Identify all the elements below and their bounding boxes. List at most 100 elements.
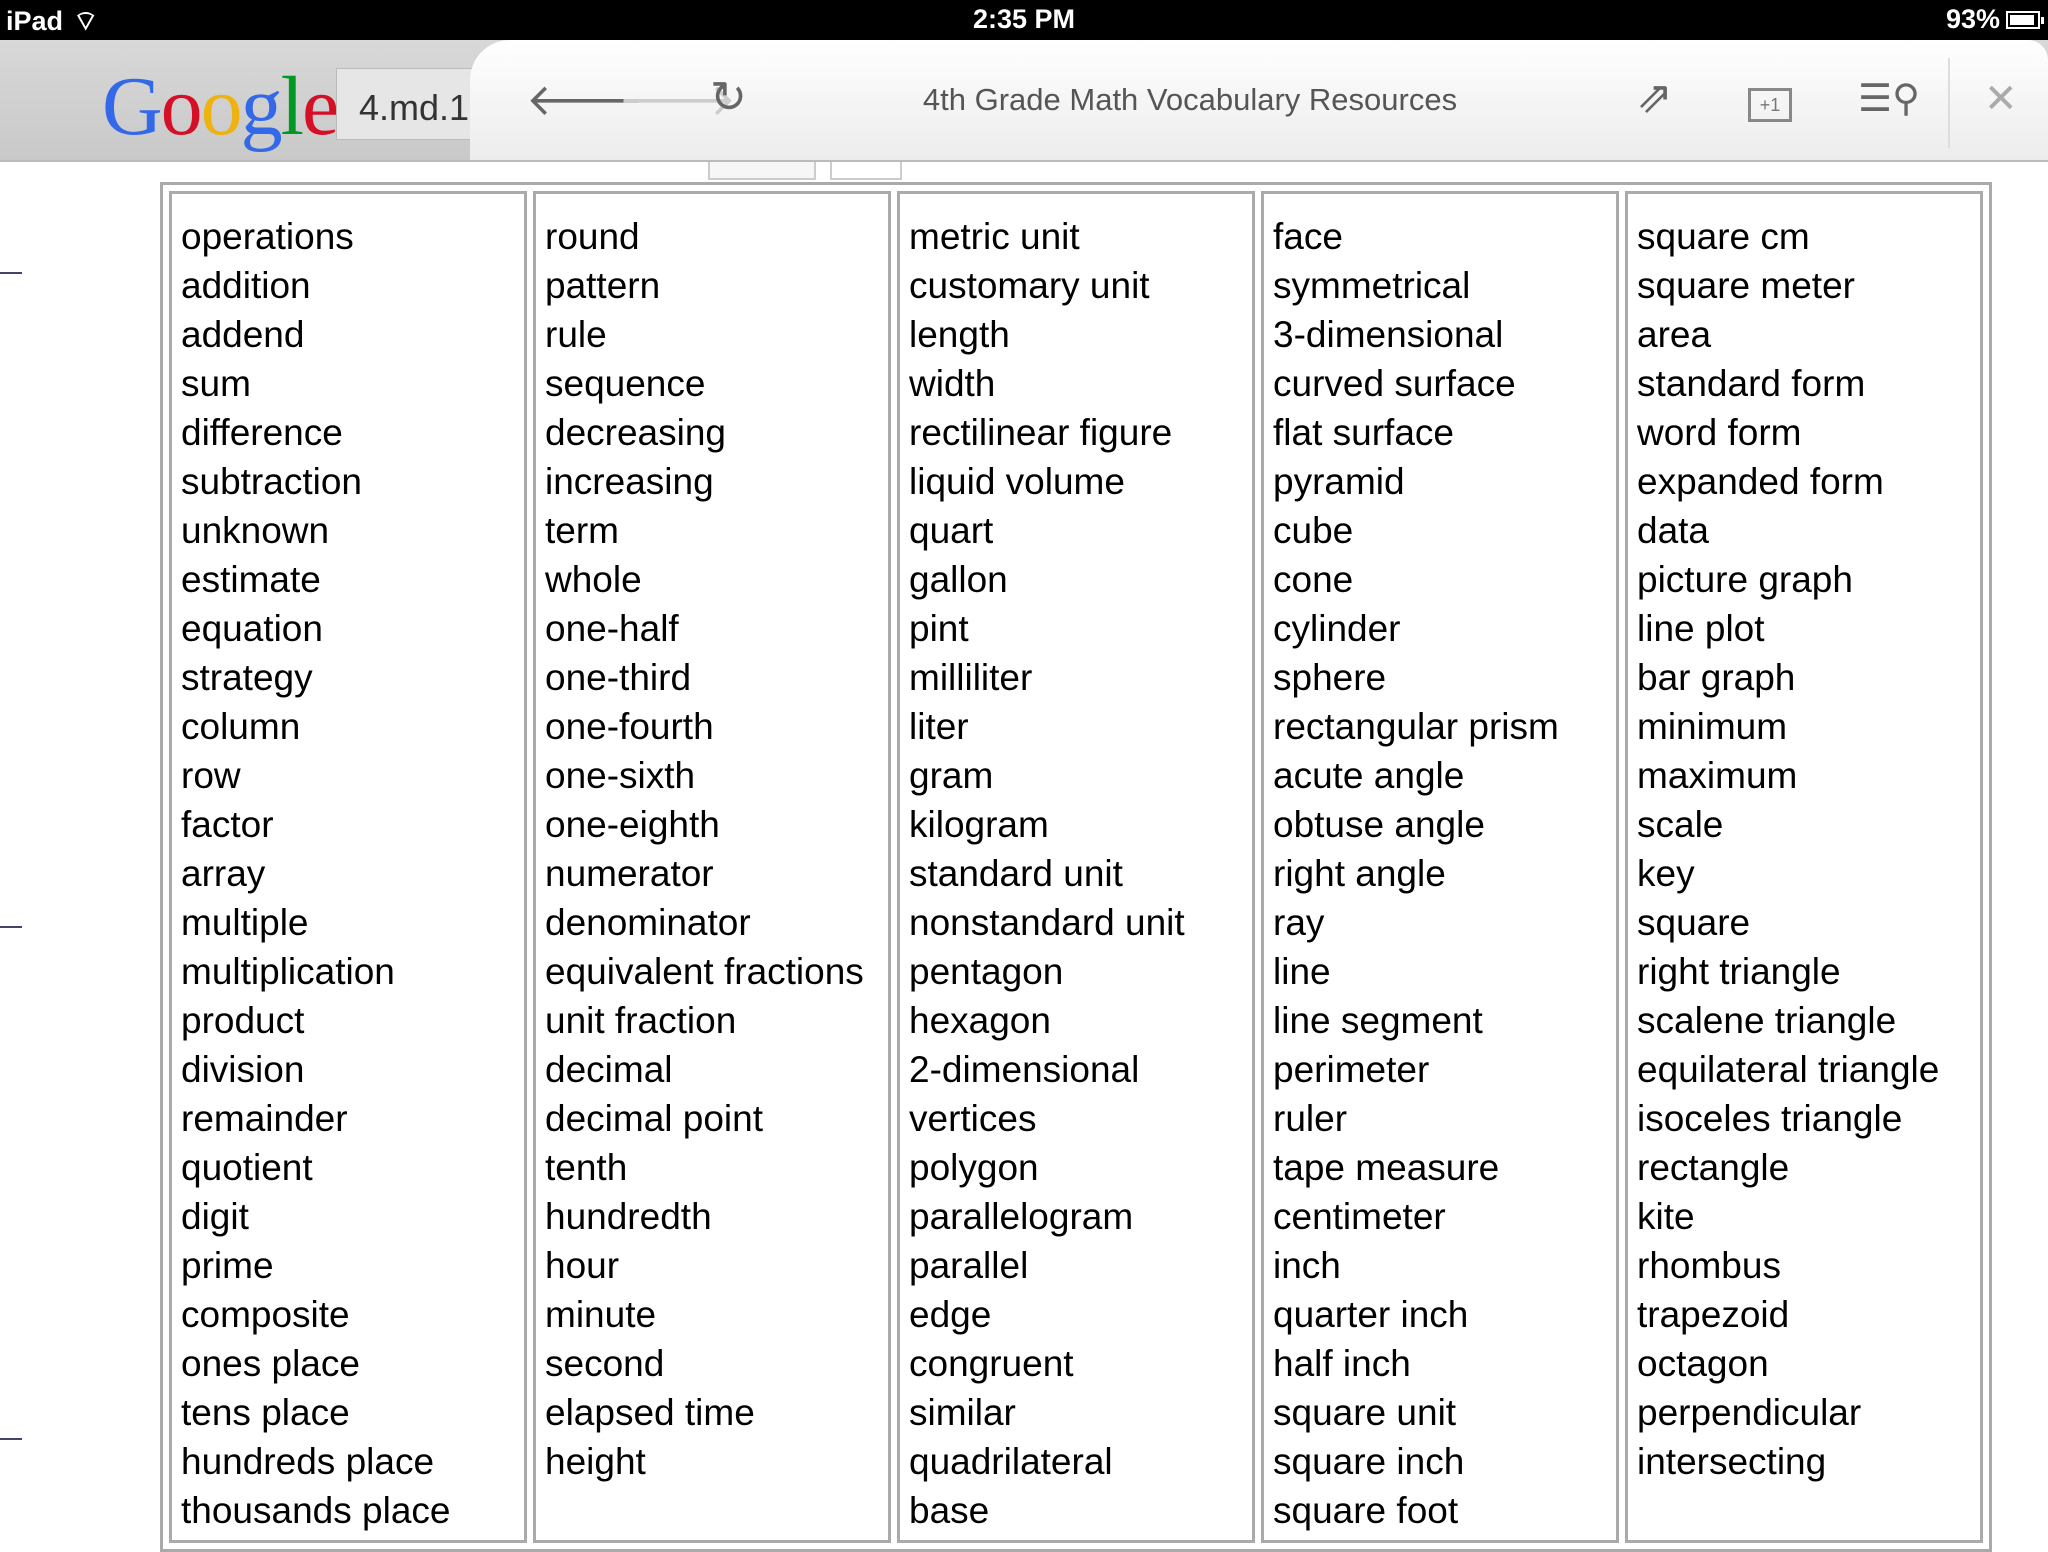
vocab-word: whole bbox=[545, 559, 642, 600]
vocab-word: remainder bbox=[181, 1098, 348, 1139]
vocab-word: symmetrical bbox=[1273, 265, 1471, 306]
vocab-word: similar bbox=[909, 1392, 1016, 1433]
vocab-word: hour bbox=[545, 1245, 620, 1286]
vocab-word: quadrilateral bbox=[909, 1441, 1113, 1482]
vocab-word: perimeter bbox=[1273, 1049, 1430, 1090]
vocab-word: operations bbox=[181, 216, 354, 257]
vocab-word: square meter bbox=[1637, 265, 1855, 306]
vocab-word: unknown bbox=[181, 510, 330, 551]
vocab-word: division bbox=[181, 1049, 305, 1090]
vocab-word: pyramid bbox=[1273, 461, 1405, 502]
vocab-word: area bbox=[1637, 314, 1712, 355]
page-title: 4th Grade Math Vocabulary Resources bbox=[922, 82, 1458, 117]
vocab-column: operations addition addend sum difference sub… bbox=[169, 191, 527, 1543]
vocab-word: scale bbox=[1637, 804, 1724, 845]
vocab-word: tenth bbox=[545, 1147, 628, 1188]
vocab-word: tape measure bbox=[1273, 1147, 1500, 1188]
tab-peek bbox=[708, 162, 816, 180]
vocab-word: square bbox=[1637, 902, 1751, 943]
vocab-word: decreasing bbox=[545, 412, 727, 453]
vocab-word: rectilinear figure bbox=[909, 412, 1173, 453]
edge-mark bbox=[0, 272, 22, 274]
vocab-word: cone bbox=[1273, 559, 1354, 600]
vocab-word: flat surface bbox=[1273, 412, 1454, 453]
google-logo[interactable]: Google bbox=[102, 58, 339, 155]
vocab-word: data bbox=[1637, 510, 1710, 551]
vocab-word: square cm bbox=[1637, 216, 1810, 257]
vocab-column: face symmetrical 3-dimensional curved surfa… bbox=[1261, 191, 1619, 1543]
vocab-word: unit fraction bbox=[545, 1000, 737, 1041]
vocab-word: ray bbox=[1273, 902, 1325, 943]
vocab-word: one-fourth bbox=[545, 706, 714, 747]
tab-peek bbox=[830, 162, 902, 180]
vocab-word: estimate bbox=[181, 559, 321, 600]
vocab-word: denominator bbox=[545, 902, 751, 943]
vocab-word: 3-dimensional bbox=[1273, 314, 1504, 355]
vocab-word: liter bbox=[909, 706, 969, 747]
vocab-word: factor bbox=[181, 804, 274, 845]
edge-mark bbox=[0, 1438, 22, 1440]
vocab-word: height bbox=[545, 1441, 646, 1482]
vocab-word: gallon bbox=[909, 559, 1008, 600]
vocab-word: parallelogram bbox=[909, 1196, 1134, 1237]
vocab-word: quart bbox=[909, 510, 994, 551]
vocab-word: one-half bbox=[545, 608, 679, 649]
vocab-word: base bbox=[909, 1490, 990, 1531]
vocab-word: word form bbox=[1637, 412, 1802, 453]
vocab-word: length bbox=[909, 314, 1010, 355]
vocab-word: numerator bbox=[545, 853, 714, 894]
vocab-word: square foot bbox=[1273, 1490, 1459, 1531]
vocab-word: trapezoid bbox=[1637, 1294, 1790, 1335]
vocab-word: customary unit bbox=[909, 265, 1150, 306]
vocab-word: decimal bbox=[545, 1049, 673, 1090]
vocab-word: cube bbox=[1273, 510, 1354, 551]
vocab-word: subtraction bbox=[181, 461, 362, 502]
vocab-word: centimeter bbox=[1273, 1196, 1446, 1237]
vocab-word: second bbox=[545, 1343, 665, 1384]
vocab-word: digit bbox=[181, 1196, 249, 1237]
vocab-word: row bbox=[181, 755, 241, 796]
vocab-word: equilateral triangle bbox=[1637, 1049, 1940, 1090]
vocab-word: cylinder bbox=[1273, 608, 1401, 649]
vocab-word: minute bbox=[545, 1294, 657, 1335]
divider bbox=[1948, 58, 1950, 148]
vocab-column: round pattern rule sequence decreasing increa… bbox=[533, 191, 891, 1543]
vocab-word: acute angle bbox=[1273, 755, 1465, 796]
vocab-word: thousands place bbox=[181, 1490, 451, 1531]
vocab-word: line segment bbox=[1273, 1000, 1483, 1041]
vocab-word: pentagon bbox=[909, 951, 1064, 992]
vocab-word: multiple bbox=[181, 902, 309, 943]
vocab-word: prime bbox=[181, 1245, 274, 1286]
vocab-word: tens place bbox=[181, 1392, 350, 1433]
vocab-word: sequence bbox=[545, 363, 706, 404]
edge-mark bbox=[0, 926, 22, 928]
vocab-word: gram bbox=[909, 755, 994, 796]
plus-one-icon[interactable]: +1 bbox=[1748, 88, 1792, 122]
vocab-word: hundreds place bbox=[181, 1441, 435, 1482]
vocab-word: intersecting bbox=[1637, 1441, 1827, 1482]
vocab-word: width bbox=[909, 363, 996, 404]
vocab-word: bar graph bbox=[1637, 657, 1796, 698]
vocab-word: one-third bbox=[545, 657, 692, 698]
vocab-word: square inch bbox=[1273, 1441, 1465, 1482]
vocab-word: liquid volume bbox=[909, 461, 1125, 502]
share-icon[interactable]: ⇗ bbox=[1636, 72, 1673, 123]
search-query-box[interactable]: 4.md.1 bbox=[336, 68, 486, 140]
vocab-word: addition bbox=[181, 265, 311, 306]
reload-icon[interactable]: ↻ bbox=[710, 72, 747, 123]
vocab-word: expanded form bbox=[1637, 461, 1884, 502]
vocab-word: term bbox=[545, 510, 619, 551]
vocab-word: edge bbox=[909, 1294, 992, 1335]
vocab-column: square cm square meter area standard form wo… bbox=[1625, 191, 1983, 1543]
vocab-word: addend bbox=[181, 314, 305, 355]
vocab-word: rectangular prism bbox=[1273, 706, 1559, 747]
vocab-word: sum bbox=[181, 363, 251, 404]
vocab-word: ones place bbox=[181, 1343, 360, 1384]
close-icon[interactable]: ✕ bbox=[1984, 76, 2018, 122]
vocab-word: kilogram bbox=[909, 804, 1049, 845]
vocab-word: equivalent fractions bbox=[545, 951, 864, 992]
vocab-word: ruler bbox=[1273, 1098, 1348, 1139]
vocab-word: half inch bbox=[1273, 1343, 1411, 1384]
search-in-page-icon[interactable]: ☰⚲ bbox=[1858, 76, 1920, 121]
vocab-word: milliliter bbox=[909, 657, 1033, 698]
